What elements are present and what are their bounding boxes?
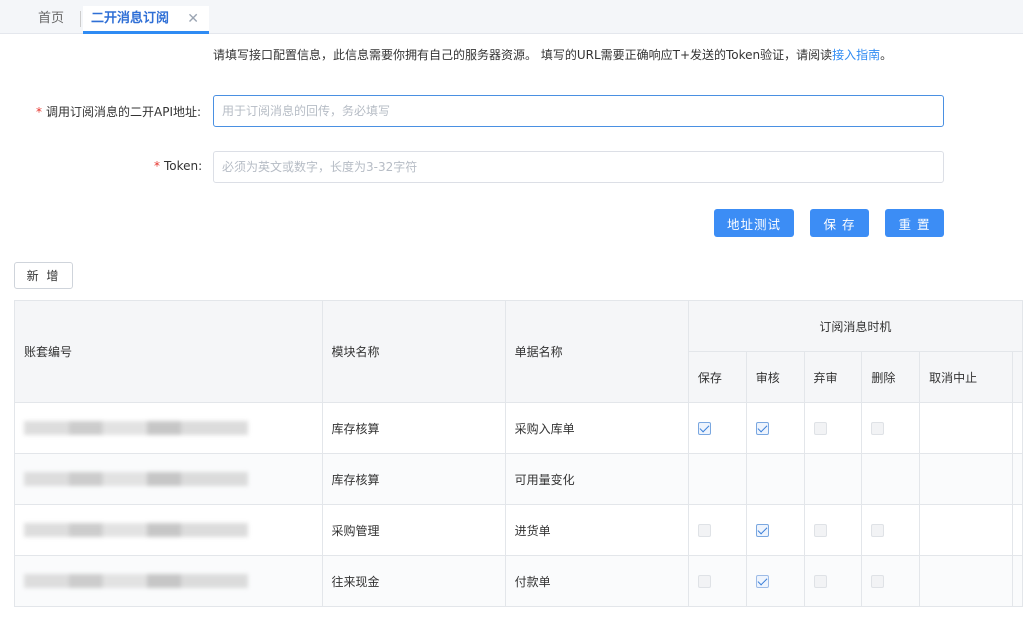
timing-cell: [919, 453, 1013, 505]
document-cell: 进货单: [504, 504, 689, 556]
timing-cell: [803, 504, 863, 556]
guide-link[interactable]: 接入指南: [832, 48, 880, 62]
tab-home[interactable]: 首页: [38, 6, 64, 34]
api-url-input[interactable]: [213, 95, 944, 127]
module-cell: 库存核算: [321, 402, 506, 454]
timing-cell: [687, 504, 747, 556]
api-url-label: * 调用订阅消息的二开API地址:: [36, 103, 201, 120]
timing-cell: [861, 555, 921, 607]
table-row[interactable]: 库存核算 采购入库单: [14, 402, 1023, 454]
close-icon[interactable]: ✕: [187, 6, 199, 32]
config-notice: 请填写接口配置信息，此信息需要你拥有自己的服务器资源。 填写的URL需要正确响应…: [213, 46, 892, 63]
timing-cell: [861, 453, 921, 505]
api-url-label-text: 调用订阅消息的二开API地址:: [46, 105, 202, 119]
token-label: * Token:: [154, 159, 202, 173]
overflow-cell: [1011, 453, 1023, 505]
account-cell: [14, 402, 323, 454]
table-row[interactable]: 库存核算 可用量变化: [14, 453, 1023, 505]
subheader-cell: 取消中止: [919, 351, 1013, 403]
timing-cell: [919, 402, 1013, 454]
header-document: 单据名称: [504, 300, 689, 403]
timing-cell: [687, 453, 747, 505]
module-cell: 往来现金: [321, 555, 506, 607]
subscription-checkbox: [813, 575, 827, 588]
required-mark: *: [154, 159, 160, 173]
table-row[interactable]: 往来现金 付款单: [14, 555, 1023, 607]
save-button[interactable]: 保 存: [810, 209, 869, 237]
subheader-cell: 保存: [687, 351, 747, 403]
token-label-text: Token:: [164, 159, 203, 173]
timing-cell: [803, 453, 863, 505]
timing-cell: [745, 504, 805, 556]
reset-button[interactable]: 重 置: [885, 209, 944, 237]
module-cell: 采购管理: [321, 504, 506, 556]
notice-text: 请填写接口配置信息，此信息需要你拥有自己的服务器资源。 填写的URL需要正确响应…: [213, 48, 833, 62]
tab-divider: [80, 11, 81, 27]
module-cell: 库存核算: [321, 453, 506, 505]
token-input[interactable]: [213, 151, 944, 183]
subheader-cell: 弃审: [803, 351, 863, 403]
timing-cell: [803, 555, 863, 607]
timing-cell: [803, 402, 863, 454]
tab-subscription-label: 二开消息订阅: [91, 11, 170, 26]
subscription-checkbox: [871, 422, 885, 435]
subscription-checkbox[interactable]: [697, 422, 711, 435]
timing-cell: [745, 555, 805, 607]
header-account: 账套编号: [14, 300, 323, 403]
redacted-account: [24, 523, 248, 538]
overflow-cell: [1011, 504, 1023, 556]
timing-cell: [687, 402, 747, 454]
header-subscription-timing: 订阅消息时机: [687, 300, 1023, 352]
tab-subscription[interactable]: 二开消息订阅 ✕: [83, 6, 209, 34]
subscription-checkbox[interactable]: [755, 524, 769, 537]
subheader-cell: 审核: [745, 351, 805, 403]
table-row[interactable]: 采购管理 进货单: [14, 504, 1023, 556]
header-module: 模块名称: [321, 300, 506, 403]
subheader-overflow-cell: [1011, 351, 1023, 403]
timing-cell: [919, 504, 1013, 556]
overflow-cell: [1011, 555, 1023, 607]
tab-bar: 首页 二开消息订阅 ✕: [0, 0, 1023, 34]
document-cell: 付款单: [504, 555, 689, 607]
subscription-checkbox[interactable]: [755, 422, 769, 435]
add-button[interactable]: 新 增: [14, 262, 73, 289]
subheader-cell: 删除: [861, 351, 921, 403]
account-cell: [14, 453, 323, 505]
account-cell: [14, 504, 323, 556]
timing-cell: [745, 453, 805, 505]
subscription-table: 账套编号 模块名称 单据名称 订阅消息时机 保存 审核 弃审 删除 取消中止 库存核算采…: [14, 300, 1023, 607]
subscription-checkbox: [755, 575, 769, 588]
subscription-checkbox: [813, 422, 827, 435]
test-address-button[interactable]: 地址测试: [714, 209, 794, 237]
notice-suffix: 。: [880, 48, 893, 62]
subscription-checkbox: [871, 524, 885, 537]
timing-cell: [861, 402, 921, 454]
subscription-checkbox: [813, 524, 827, 537]
subscription-checkbox: [697, 575, 711, 588]
required-mark: *: [36, 105, 42, 119]
overflow-cell: [1011, 402, 1023, 454]
timing-cell: [687, 555, 747, 607]
document-cell: 采购入库单: [504, 402, 689, 454]
account-cell: [14, 555, 323, 607]
timing-cell: [745, 402, 805, 454]
timing-cell: [861, 504, 921, 556]
timing-cell: [919, 555, 1013, 607]
document-cell: 可用量变化: [504, 453, 689, 505]
redacted-account: [24, 421, 248, 436]
redacted-account: [24, 472, 248, 487]
redacted-account: [24, 574, 248, 589]
subscription-checkbox: [871, 575, 885, 588]
subscription-checkbox: [697, 524, 711, 537]
